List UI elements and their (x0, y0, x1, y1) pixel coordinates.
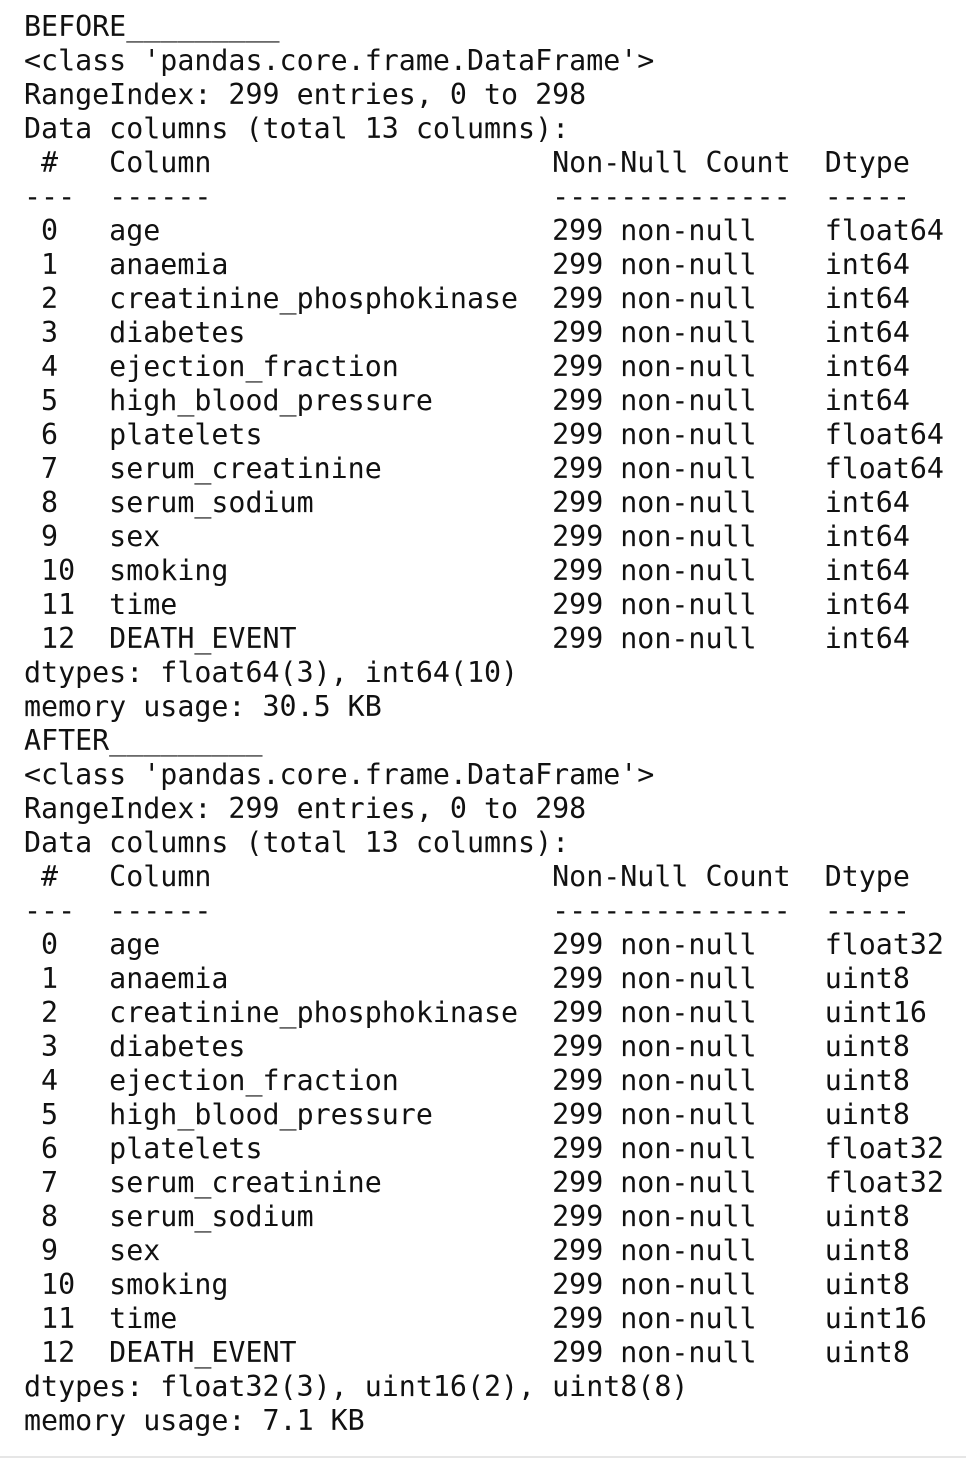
before-memory-usage: memory usage: 30.5 KB (24, 690, 382, 723)
before-row: 12 DEATH_EVENT 299 non-null int64 (24, 622, 944, 655)
before-row: 11 time 299 non-null int64 (24, 588, 944, 621)
after-row: 10 smoking 299 non-null uint8 (24, 1268, 944, 1301)
after-row: 4 ejection_fraction 299 non-null uint8 (24, 1064, 944, 1097)
before-heading: BEFORE_________ (24, 10, 280, 43)
before-row: 2 creatinine_phosphokinase 299 non-null … (24, 282, 944, 315)
after-heading: AFTER_________ (24, 724, 263, 757)
before-table-header: # Column Non-Null Count Dtype (24, 146, 944, 179)
before-dtypes-summary: dtypes: float64(3), int64(10) (24, 656, 519, 689)
after-row: 9 sex 299 non-null uint8 (24, 1234, 944, 1267)
before-row: 7 serum_creatinine 299 non-null float64 (24, 452, 944, 485)
before-row: 9 sex 299 non-null int64 (24, 520, 944, 553)
after-row: 5 high_blood_pressure 299 non-null uint8 (24, 1098, 944, 1131)
before-row: 6 platelets 299 non-null float64 (24, 418, 944, 451)
after-data-columns: Data columns (total 13 columns): (24, 826, 570, 859)
after-dtypes-summary: dtypes: float32(3), uint16(2), uint8(8) (24, 1370, 689, 1403)
after-range-index: RangeIndex: 299 entries, 0 to 298 (24, 792, 587, 825)
dataframe-info-output: BEFORE_________ <class 'pandas.core.frame… (24, 10, 944, 1438)
after-memory-usage: memory usage: 7.1 KB (24, 1404, 365, 1437)
after-row: 2 creatinine_phosphokinase 299 non-null … (24, 996, 944, 1029)
output-bottom-divider (0, 1456, 966, 1458)
after-table-header: # Column Non-Null Count Dtype (24, 860, 944, 893)
after-row: 8 serum_sodium 299 non-null uint8 (24, 1200, 944, 1233)
after-row: 3 diabetes 299 non-null uint8 (24, 1030, 944, 1063)
after-row: 0 age 299 non-null float32 (24, 928, 944, 961)
before-row: 1 anaemia 299 non-null int64 (24, 248, 944, 281)
after-row: 7 serum_creatinine 299 non-null float32 (24, 1166, 944, 1199)
before-row: 0 age 299 non-null float64 (24, 214, 944, 247)
after-row: 1 anaemia 299 non-null uint8 (24, 962, 944, 995)
before-table-separator: --- ------ -------------- ----- (24, 180, 944, 213)
before-range-index: RangeIndex: 299 entries, 0 to 298 (24, 78, 587, 111)
before-row: 10 smoking 299 non-null int64 (24, 554, 944, 587)
before-row: 8 serum_sodium 299 non-null int64 (24, 486, 944, 519)
after-row: 12 DEATH_EVENT 299 non-null uint8 (24, 1336, 944, 1369)
before-data-columns: Data columns (total 13 columns): (24, 112, 570, 145)
after-row: 11 time 299 non-null uint16 (24, 1302, 944, 1335)
after-row: 6 platelets 299 non-null float32 (24, 1132, 944, 1165)
after-table-separator: --- ------ -------------- ----- (24, 894, 944, 927)
before-row: 3 diabetes 299 non-null int64 (24, 316, 944, 349)
before-row: 5 high_blood_pressure 299 non-null int64 (24, 384, 944, 417)
before-class-line: <class 'pandas.core.frame.DataFrame'> (24, 44, 655, 77)
before-row: 4 ejection_fraction 299 non-null int64 (24, 350, 944, 383)
after-class-line: <class 'pandas.core.frame.DataFrame'> (24, 758, 655, 791)
